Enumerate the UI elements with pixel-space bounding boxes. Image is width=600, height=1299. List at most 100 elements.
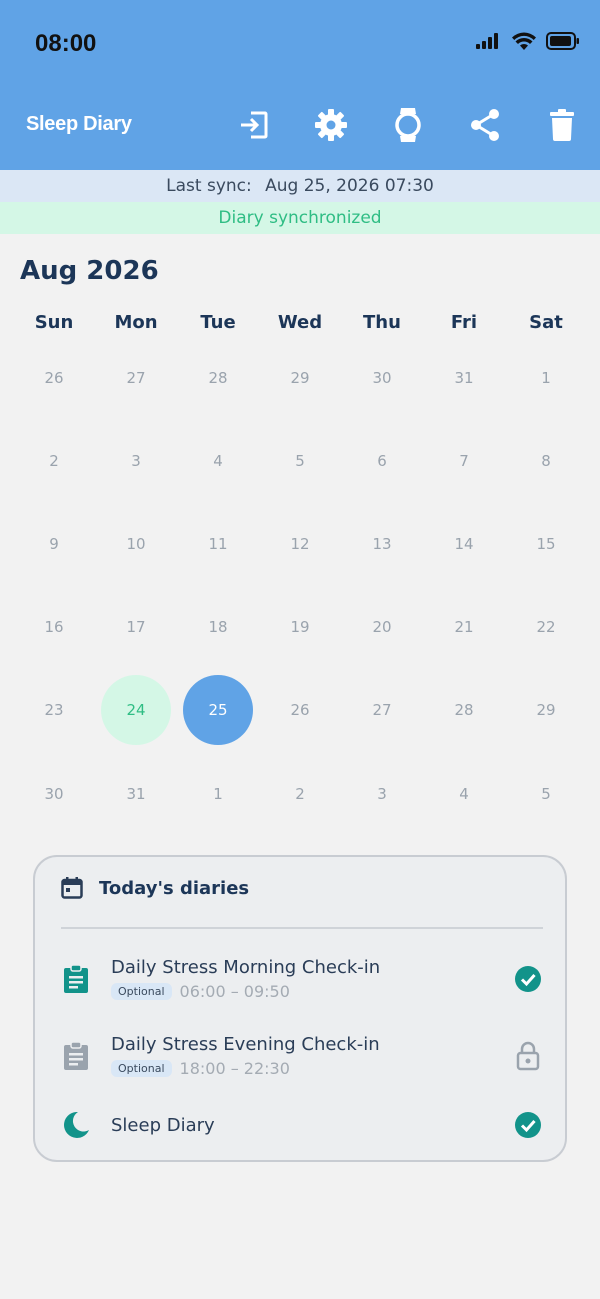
calendar-day[interactable]: 26 bbox=[13, 336, 95, 419]
status-icons bbox=[476, 32, 580, 50]
todays-diaries-card: Today's diaries Daily Stress Morning Che… bbox=[33, 855, 567, 1162]
clipboard-icon bbox=[61, 1041, 91, 1071]
calendar-day[interactable]: 28 bbox=[177, 336, 259, 419]
calendar-day-number: 27 bbox=[372, 701, 392, 720]
calendar-day[interactable]: 14 bbox=[423, 502, 505, 585]
app-title: Sleep Diary bbox=[26, 113, 132, 135]
calendar-day-number: 4 bbox=[459, 784, 469, 803]
calendar-day[interactable]: 11 bbox=[177, 502, 259, 585]
calendar-day-number: 24 bbox=[101, 675, 171, 746]
calendar-day[interactable]: 13 bbox=[341, 502, 423, 585]
calendar-day[interactable]: 27 bbox=[95, 336, 177, 419]
clipboard-icon bbox=[61, 964, 91, 994]
calendar-day-number: 9 bbox=[49, 534, 59, 553]
calendar-day-number: 14 bbox=[454, 534, 474, 553]
calendar-day[interactable]: 10 bbox=[95, 502, 177, 585]
calendar-day-number: 30 bbox=[372, 368, 392, 387]
calendar-day-number: 1 bbox=[213, 784, 223, 803]
weekday-label: Sun bbox=[34, 312, 74, 333]
calendar-day-number: 7 bbox=[459, 451, 469, 470]
moon-icon bbox=[61, 1110, 91, 1140]
watch-icon bbox=[395, 108, 421, 142]
last-sync-value: Aug 25, 2026 07:30 bbox=[265, 176, 434, 196]
calendar-day[interactable]: 22 bbox=[505, 586, 587, 669]
calendar-day-number: 26 bbox=[290, 701, 310, 720]
calendar-day[interactable]: 29 bbox=[259, 336, 341, 419]
calendar-day[interactable]: 28 bbox=[423, 669, 505, 752]
share-button[interactable] bbox=[464, 104, 506, 146]
calendar-day[interactable]: 20 bbox=[341, 586, 423, 669]
calendar-day-number: 22 bbox=[536, 618, 556, 637]
calendar-day[interactable]: 23 bbox=[13, 669, 95, 752]
calendar-day-number: 28 bbox=[208, 368, 228, 387]
calendar-weekday-header: Sun Mon Tue Wed Thu Fri Sat bbox=[13, 312, 587, 333]
calendar-day[interactable]: 30 bbox=[341, 336, 423, 419]
login-button[interactable] bbox=[233, 104, 275, 146]
diary-time-window: 06:00 – 09:50 bbox=[179, 982, 290, 1001]
calendar-day-number: 1 bbox=[541, 368, 551, 387]
calendar-day[interactable]: 31 bbox=[423, 336, 505, 419]
diary-item-evening-checkin[interactable]: Daily Stress Evening Check-in Optional 1… bbox=[61, 1034, 543, 1078]
calendar-day[interactable]: 31 bbox=[95, 752, 177, 835]
calendar-day[interactable]: 21 bbox=[423, 586, 505, 669]
calendar-day-number: 31 bbox=[126, 784, 146, 803]
calendar-day-number: 28 bbox=[454, 701, 474, 720]
calendar-day-number: 10 bbox=[126, 534, 146, 553]
calendar-day[interactable]: 4 bbox=[423, 752, 505, 835]
watch-button[interactable] bbox=[387, 104, 429, 146]
calendar-day[interactable]: 5 bbox=[505, 752, 587, 835]
last-sync-label: Last sync: bbox=[166, 176, 252, 196]
calendar-day[interactable]: 27 bbox=[341, 669, 423, 752]
login-icon bbox=[241, 111, 268, 139]
calendar-day-completed[interactable]: 24 bbox=[95, 669, 177, 752]
battery-icon bbox=[546, 32, 579, 50]
calendar-day-number: 29 bbox=[536, 701, 556, 720]
calendar-day-number: 4 bbox=[213, 451, 223, 470]
diary-item-sleep-diary[interactable]: Sleep Diary bbox=[61, 1110, 543, 1140]
calendar-day[interactable]: 26 bbox=[259, 669, 341, 752]
calendar-day[interactable]: 18 bbox=[177, 586, 259, 669]
calendar-day[interactable]: 9 bbox=[13, 502, 95, 585]
check-circle-icon bbox=[513, 964, 543, 994]
calendar-day[interactable]: 7 bbox=[423, 419, 505, 502]
optional-badge: Optional bbox=[111, 1060, 172, 1077]
calendar-day-number: 21 bbox=[454, 618, 474, 637]
calendar-day[interactable]: 6 bbox=[341, 419, 423, 502]
check-circle-icon bbox=[513, 1110, 543, 1140]
delete-button[interactable] bbox=[541, 104, 583, 146]
optional-badge: Optional bbox=[111, 983, 172, 1000]
calendar-day[interactable]: 1 bbox=[505, 336, 587, 419]
todays-diaries-title: Today's diaries bbox=[99, 877, 250, 899]
calendar-day-number: 13 bbox=[372, 534, 392, 553]
weekday-label: Wed bbox=[277, 312, 323, 333]
diary-item-morning-checkin[interactable]: Daily Stress Morning Check-in Optional 0… bbox=[61, 957, 543, 1001]
calendar-day[interactable]: 4 bbox=[177, 419, 259, 502]
calendar-grid: 26 27 28 29 30 31 1 2 3 4 5 6 7 8 9 10 11 12 13 14 15 16 17 18 1… bbox=[13, 336, 587, 835]
calendar-day[interactable]: 15 bbox=[505, 502, 587, 585]
calendar-day-selected[interactable]: 25 bbox=[177, 669, 259, 752]
wifi-icon bbox=[512, 32, 536, 50]
calendar-day[interactable]: 17 bbox=[95, 586, 177, 669]
trash-icon bbox=[550, 109, 574, 141]
calendar-day[interactable]: 29 bbox=[505, 669, 587, 752]
calendar-day[interactable]: 16 bbox=[13, 586, 95, 669]
lock-icon bbox=[513, 1041, 543, 1071]
calendar-day[interactable]: 3 bbox=[341, 752, 423, 835]
calendar-day[interactable]: 5 bbox=[259, 419, 341, 502]
calendar-day-number: 6 bbox=[377, 451, 387, 470]
calendar-day-number: 25 bbox=[183, 675, 253, 746]
share-icon bbox=[471, 109, 499, 141]
settings-button[interactable] bbox=[310, 104, 352, 146]
calendar-day[interactable]: 8 bbox=[505, 419, 587, 502]
calendar-day[interactable]: 19 bbox=[259, 586, 341, 669]
divider bbox=[61, 927, 543, 929]
calendar-day-number: 30 bbox=[44, 784, 64, 803]
calendar-day[interactable]: 3 bbox=[95, 419, 177, 502]
calendar-day[interactable]: 1 bbox=[177, 752, 259, 835]
calendar-day[interactable]: 2 bbox=[259, 752, 341, 835]
calendar-day[interactable]: 2 bbox=[13, 419, 95, 502]
calendar-day[interactable]: 30 bbox=[13, 752, 95, 835]
calendar-day[interactable]: 12 bbox=[259, 502, 341, 585]
calendar-day-number: 15 bbox=[536, 534, 556, 553]
calendar-month-title: Aug 2026 bbox=[20, 256, 159, 286]
